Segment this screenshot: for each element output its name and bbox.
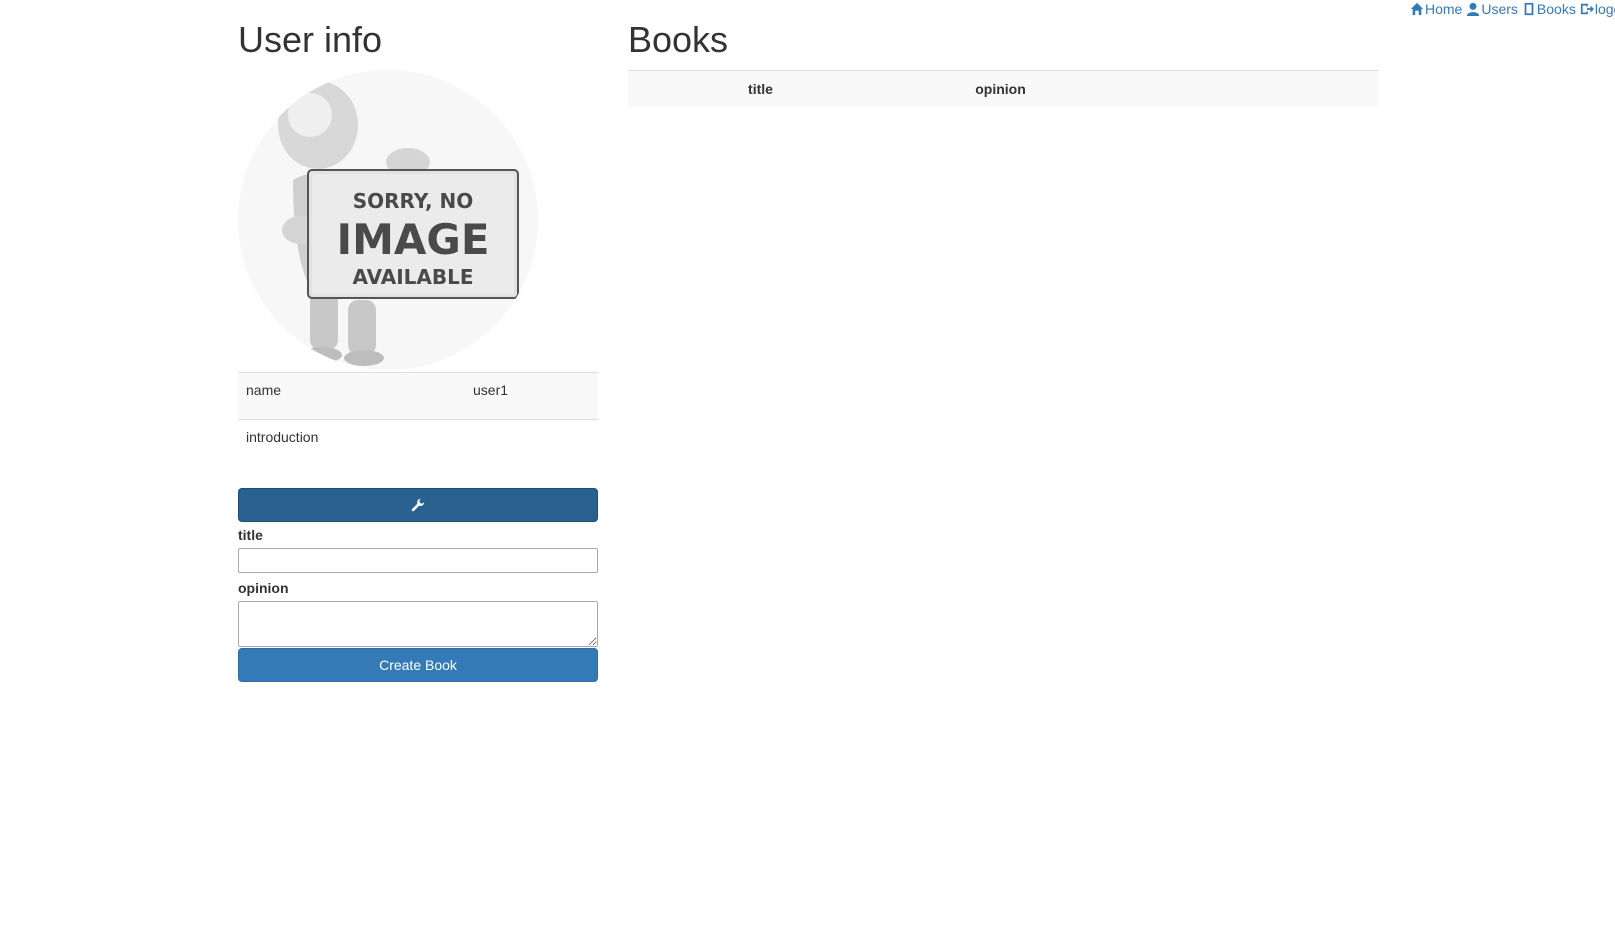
nav-logout-link[interactable]: logo [1580, 1, 1615, 17]
books-table: title opinion [628, 69, 1378, 108]
logout-icon [1580, 3, 1594, 15]
nav-books-link[interactable]: Books [1522, 1, 1576, 17]
user-icon [1467, 2, 1480, 16]
introduction-key: introduction [238, 418, 465, 467]
top-nav: Home Users Books logo [1410, 1, 1615, 17]
table-row: introduction [238, 418, 598, 467]
column-header-title: title [628, 69, 893, 108]
user-info-table: name user1 introduction [238, 371, 598, 467]
sign-line-2: IMAGE [336, 215, 489, 264]
books-header-row: title opinion [628, 69, 1378, 108]
create-book-button[interactable]: Create Book [238, 648, 598, 683]
column-header-spacer [1108, 69, 1378, 108]
create-book-form: title opinion Create Book [238, 525, 598, 683]
nav-home-link[interactable]: Home [1410, 1, 1462, 17]
user-info-heading: User info [238, 19, 383, 60]
edit-user-button[interactable] [238, 488, 598, 523]
avatar-placeholder: SORRY, NO IMAGE AVAILABLE [238, 69, 538, 370]
column-header-opinion: opinion [893, 69, 1108, 108]
table-row: name user1 [238, 371, 598, 420]
name-key: name [238, 371, 465, 420]
nav-logout-label: logo [1594, 1, 1615, 17]
opinion-textarea[interactable] [238, 601, 598, 648]
book-icon [1524, 2, 1534, 16]
nav-books-label: Books [1536, 1, 1576, 17]
books-section: Books title opinion [628, 0, 1378, 108]
nav-home-label: Home [1425, 1, 1463, 17]
nav-users-label: Users [1481, 1, 1518, 17]
home-icon [1410, 2, 1424, 16]
user-info-section: User info SORRY, NO IMAGE AVAILABLE name… [238, 0, 598, 683]
opinion-label: opinion [238, 580, 289, 597]
title-label: title [238, 527, 263, 544]
name-value: user1 [465, 371, 598, 420]
introduction-value [465, 418, 598, 467]
no-image-illustration: SORRY, NO IMAGE AVAILABLE [278, 80, 519, 366]
wrench-icon [411, 498, 425, 512]
title-input[interactable] [238, 548, 598, 574]
books-heading: Books [628, 19, 729, 60]
sign-line-3: AVAILABLE [352, 265, 473, 289]
sign-line-1: SORRY, NO [353, 189, 474, 213]
nav-users-link[interactable]: Users [1466, 1, 1518, 17]
